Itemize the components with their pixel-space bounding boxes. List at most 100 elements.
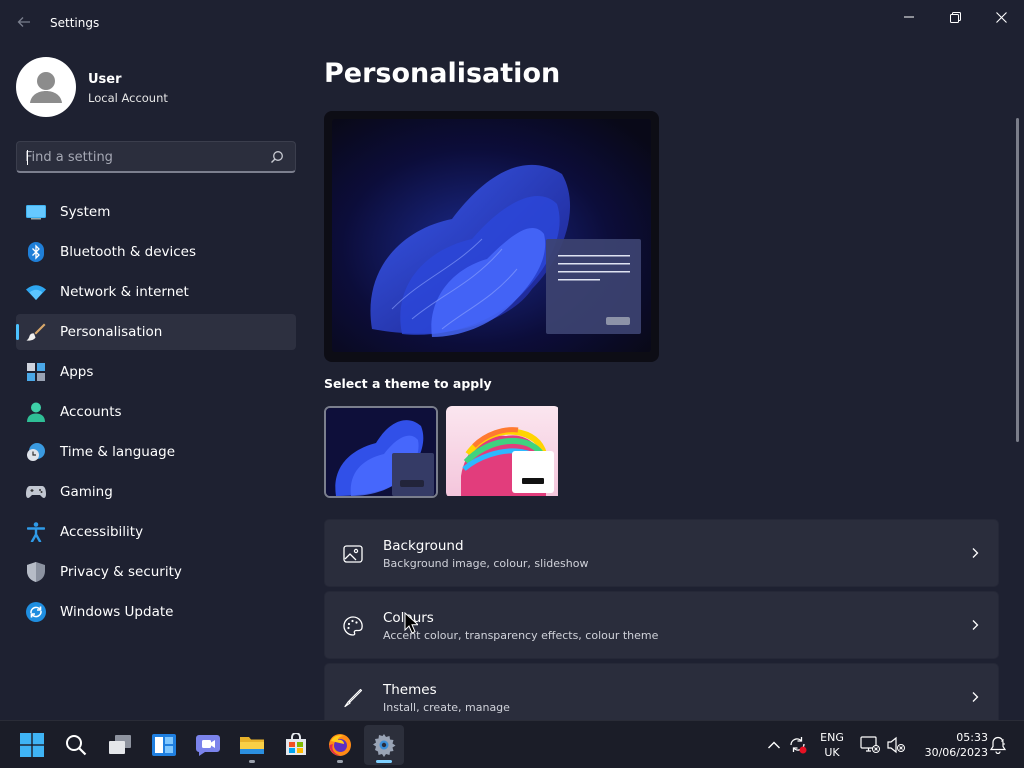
bluetooth-icon — [26, 242, 46, 262]
sidebar-item-label: Bluetooth & devices — [60, 244, 197, 260]
running-indicator — [337, 760, 343, 763]
sidebar-item-bluetooth[interactable]: Bluetooth & devices — [16, 234, 296, 270]
mouse-cursor-icon — [404, 612, 418, 634]
language-code: ENG — [820, 731, 844, 744]
time-language-icon — [26, 442, 46, 462]
sidebar-item-system[interactable]: System — [16, 194, 296, 230]
theme-preview — [324, 111, 659, 362]
accessibility-icon — [26, 522, 46, 542]
search-icon[interactable] — [270, 150, 284, 164]
user-icon — [30, 72, 62, 103]
title-bar: Settings — [0, 0, 1024, 48]
store-button[interactable] — [276, 725, 316, 765]
text-caret — [27, 150, 28, 165]
search-icon — [66, 735, 87, 756]
network-disconnected-icon — [860, 736, 880, 753]
sidebar-item-label: Accessibility — [60, 524, 144, 540]
teams-chat-button[interactable] — [188, 725, 228, 765]
accounts-icon — [26, 402, 46, 422]
firefox-icon — [329, 734, 351, 756]
restore-button[interactable] — [932, 4, 978, 30]
taskbar-search-button[interactable] — [56, 725, 96, 765]
shield-icon — [26, 562, 46, 582]
user-name: User — [88, 72, 122, 87]
clock-time: 05:33 — [956, 731, 988, 744]
minimize-icon — [904, 16, 914, 18]
firefox-button[interactable] — [320, 725, 360, 765]
back-button[interactable] — [14, 14, 34, 34]
sidebar-item-label: Personalisation — [60, 324, 163, 340]
notifications-button[interactable] — [988, 735, 1008, 755]
dark-bloom-theme[interactable] — [324, 406, 438, 498]
sidebar-item-windows-update[interactable]: Windows Update — [16, 594, 296, 630]
input-language[interactable]: ENG UK — [818, 730, 846, 760]
sidebar-item-privacy[interactable]: Privacy & security — [16, 554, 296, 590]
start-button[interactable] — [12, 725, 52, 765]
restore-icon — [949, 11, 961, 23]
sidebar-item-personalisation[interactable]: Personalisation — [16, 314, 296, 350]
account-type: Local Account — [88, 91, 168, 105]
avatar[interactable] — [16, 57, 76, 117]
store-icon — [286, 733, 306, 755]
back-arrow-icon — [17, 17, 30, 27]
sidebar-item-label: Gaming — [60, 484, 113, 500]
page-title: Personalisation — [324, 58, 561, 89]
search-input[interactable] — [25, 147, 265, 167]
clock[interactable]: 05:33 30/06/2023 — [912, 730, 988, 760]
sidebar-item-apps[interactable]: Apps — [16, 354, 296, 390]
task-view-icon — [109, 735, 131, 754]
sidebar-item-network[interactable]: Network & internet — [16, 274, 296, 310]
brush-icon — [26, 322, 46, 342]
system-icon — [26, 202, 46, 222]
settings-taskbar-button[interactable] — [364, 725, 404, 765]
chevron-right-icon — [972, 692, 979, 702]
close-button[interactable] — [978, 4, 1024, 30]
sidebar-item-label: Time & language — [60, 444, 176, 460]
widgets-button[interactable] — [144, 725, 184, 765]
themes-section-label: Select a theme to apply — [324, 376, 492, 391]
glow-theme[interactable] — [446, 406, 560, 498]
show-hidden-icons-button[interactable] — [764, 735, 784, 755]
network-status-button[interactable] — [860, 735, 880, 755]
volume-muted-icon — [887, 736, 905, 754]
sidebar-item-label: System — [60, 204, 111, 220]
chevron-right-icon — [972, 548, 979, 558]
wifi-icon — [26, 282, 46, 302]
pen-icon — [344, 688, 363, 708]
chevron-right-icon — [972, 620, 979, 630]
notification-bell-icon — [989, 736, 1007, 754]
gamepad-icon — [26, 482, 46, 502]
close-icon — [995, 11, 1007, 23]
sidebar-item-label: Network & internet — [60, 284, 189, 300]
sidebar-item-time-language[interactable]: Time & language — [16, 434, 296, 470]
search-box[interactable] — [16, 141, 296, 173]
sidebar-item-label: Accounts — [60, 404, 122, 420]
palette-icon — [343, 616, 363, 636]
card-description: Install, create, manage — [383, 701, 510, 714]
taskbar: ENG UK 05:33 30/06/2023 — [0, 720, 1024, 768]
sidebar-item-accounts[interactable]: Accounts — [16, 394, 296, 430]
windows-update-icon — [26, 602, 46, 622]
card-description: Accent colour, transparency effects, col… — [383, 629, 659, 642]
card-title: Background — [383, 538, 464, 554]
clock-date: 30/06/2023 — [924, 746, 988, 759]
image-icon — [343, 545, 363, 563]
task-view-button[interactable] — [100, 725, 140, 765]
background-card[interactable]: Background Background image, colour, sli… — [324, 519, 999, 587]
widgets-icon — [152, 734, 176, 756]
sidebar-item-gaming[interactable]: Gaming — [16, 474, 296, 510]
sidebar-item-label: Apps — [60, 364, 94, 380]
chevron-up-icon — [768, 741, 780, 749]
running-indicator — [249, 760, 255, 763]
teams-chat-icon — [196, 735, 220, 756]
file-explorer-button[interactable] — [232, 725, 272, 765]
windows-start-icon — [20, 733, 44, 757]
sidebar-item-accessibility[interactable]: Accessibility — [16, 514, 296, 550]
volume-button[interactable] — [886, 735, 906, 755]
app-title: Settings — [50, 16, 100, 30]
colours-card[interactable]: Colours Accent colour, transparency effe… — [324, 591, 999, 659]
sidebar-item-label: Privacy & security — [60, 564, 182, 580]
minimize-button[interactable] — [886, 4, 932, 30]
scrollbar[interactable] — [1016, 118, 1019, 442]
sync-status-button[interactable] — [788, 735, 808, 755]
